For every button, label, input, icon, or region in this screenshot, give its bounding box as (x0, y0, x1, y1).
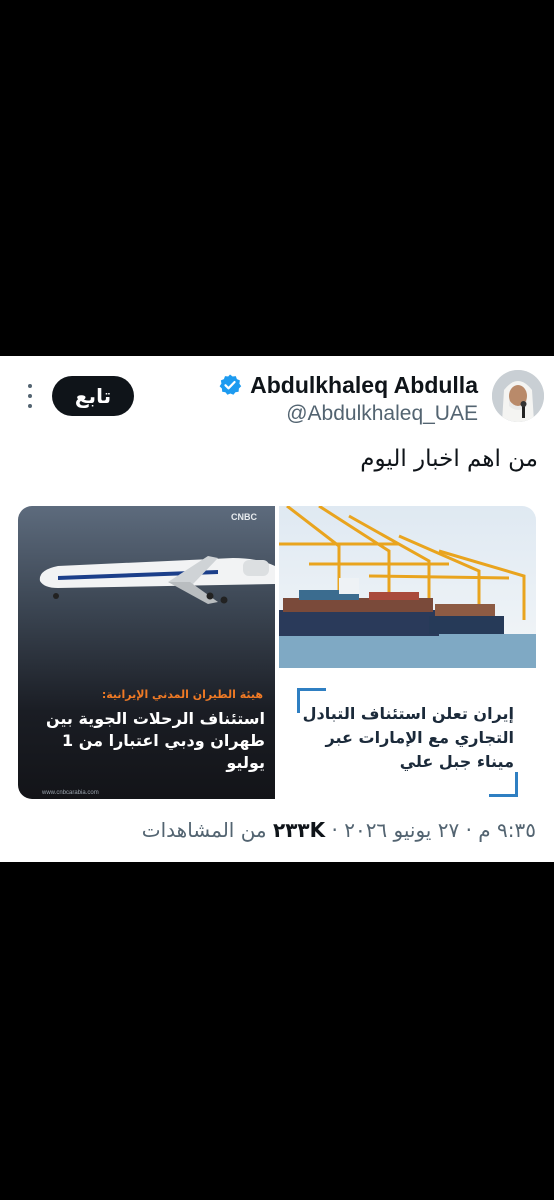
cnbc-logo: CNBC (231, 512, 257, 522)
author-row: Abdulkhaleq Abdulla (218, 370, 478, 400)
tweet-text: من اهم اخبار اليوم (360, 446, 538, 472)
port-caption: إيران تعلن استئناف التبادل التجاري مع ال… (302, 704, 514, 771)
user-handle[interactable]: @Abdulkhaleq_UAE (286, 402, 478, 426)
plane-subtitle: هيئة الطيران المدني الإيرانية: (101, 688, 263, 701)
more-options-icon[interactable] (28, 384, 34, 408)
airplane-photo (39, 556, 275, 604)
meta-separator: · (465, 818, 472, 842)
bracket-decoration-icon (489, 772, 518, 797)
meta-separator: · (331, 818, 338, 842)
views-count: ٢٣٣K (273, 818, 326, 842)
avatar[interactable] (492, 370, 544, 422)
plane-headline: استئناف الرحلات الجوية بين طهران ودبي اع… (45, 709, 265, 772)
caption-box: إيران تعلن استئناف التبادل التجاري مع ال… (279, 668, 536, 799)
follow-button[interactable]: تابع (52, 376, 134, 416)
source-url: www.cnbcarabia.com (42, 790, 99, 796)
tweet-time[interactable]: ٩:٣٥ م (478, 818, 536, 842)
tweet-meta: ٩:٣٥ م · ٢٧ يونيو ٢٠٢٦ · ٢٣٣K من المشاهد… (142, 818, 536, 842)
media-image-plane[interactable]: CNBC هيئة الطيران المدني الإيرانية: استئ… (18, 506, 275, 799)
tweet-date[interactable]: ٢٧ يونيو ٢٠٢٦ (344, 818, 459, 842)
tweet-card: Abdulkhaleq Abdulla @Abdulkhaleq_UAE تاب… (0, 356, 554, 862)
views-label: من المشاهدات (141, 818, 267, 842)
media-grid: إيران تعلن استئناف التبادل التجاري مع ال… (18, 506, 536, 799)
display-name[interactable]: Abdulkhaleq Abdulla (250, 372, 478, 399)
verified-badge-icon (218, 373, 242, 397)
port-photo (279, 506, 536, 668)
media-image-port[interactable]: إيران تعلن استئناف التبادل التجاري مع ال… (279, 506, 536, 799)
